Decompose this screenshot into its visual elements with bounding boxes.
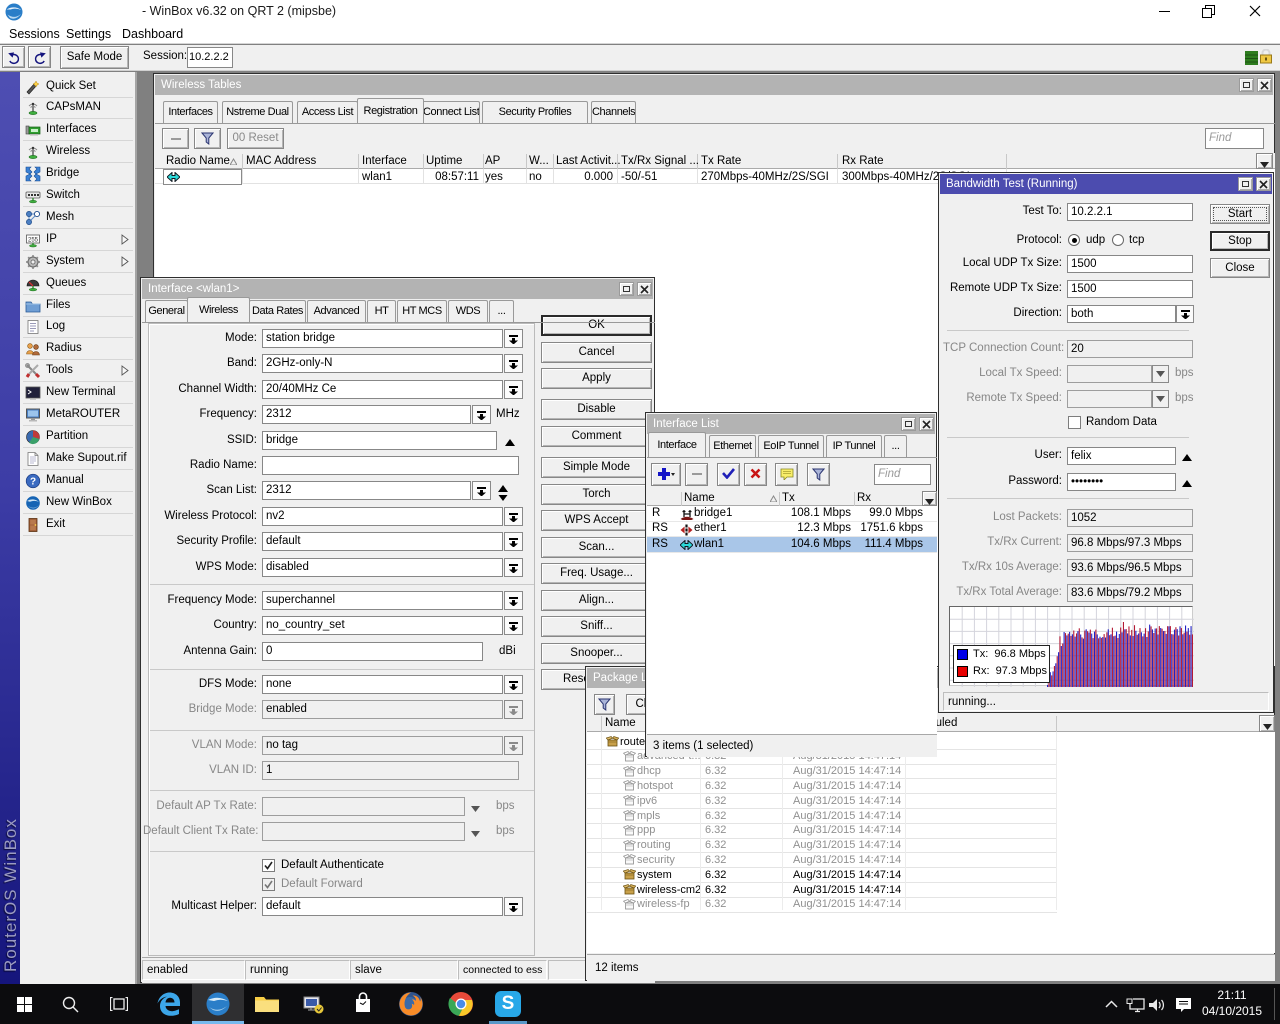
svg-text:?: ? <box>30 476 36 487</box>
svg-text:255: 255 <box>28 237 39 243</box>
